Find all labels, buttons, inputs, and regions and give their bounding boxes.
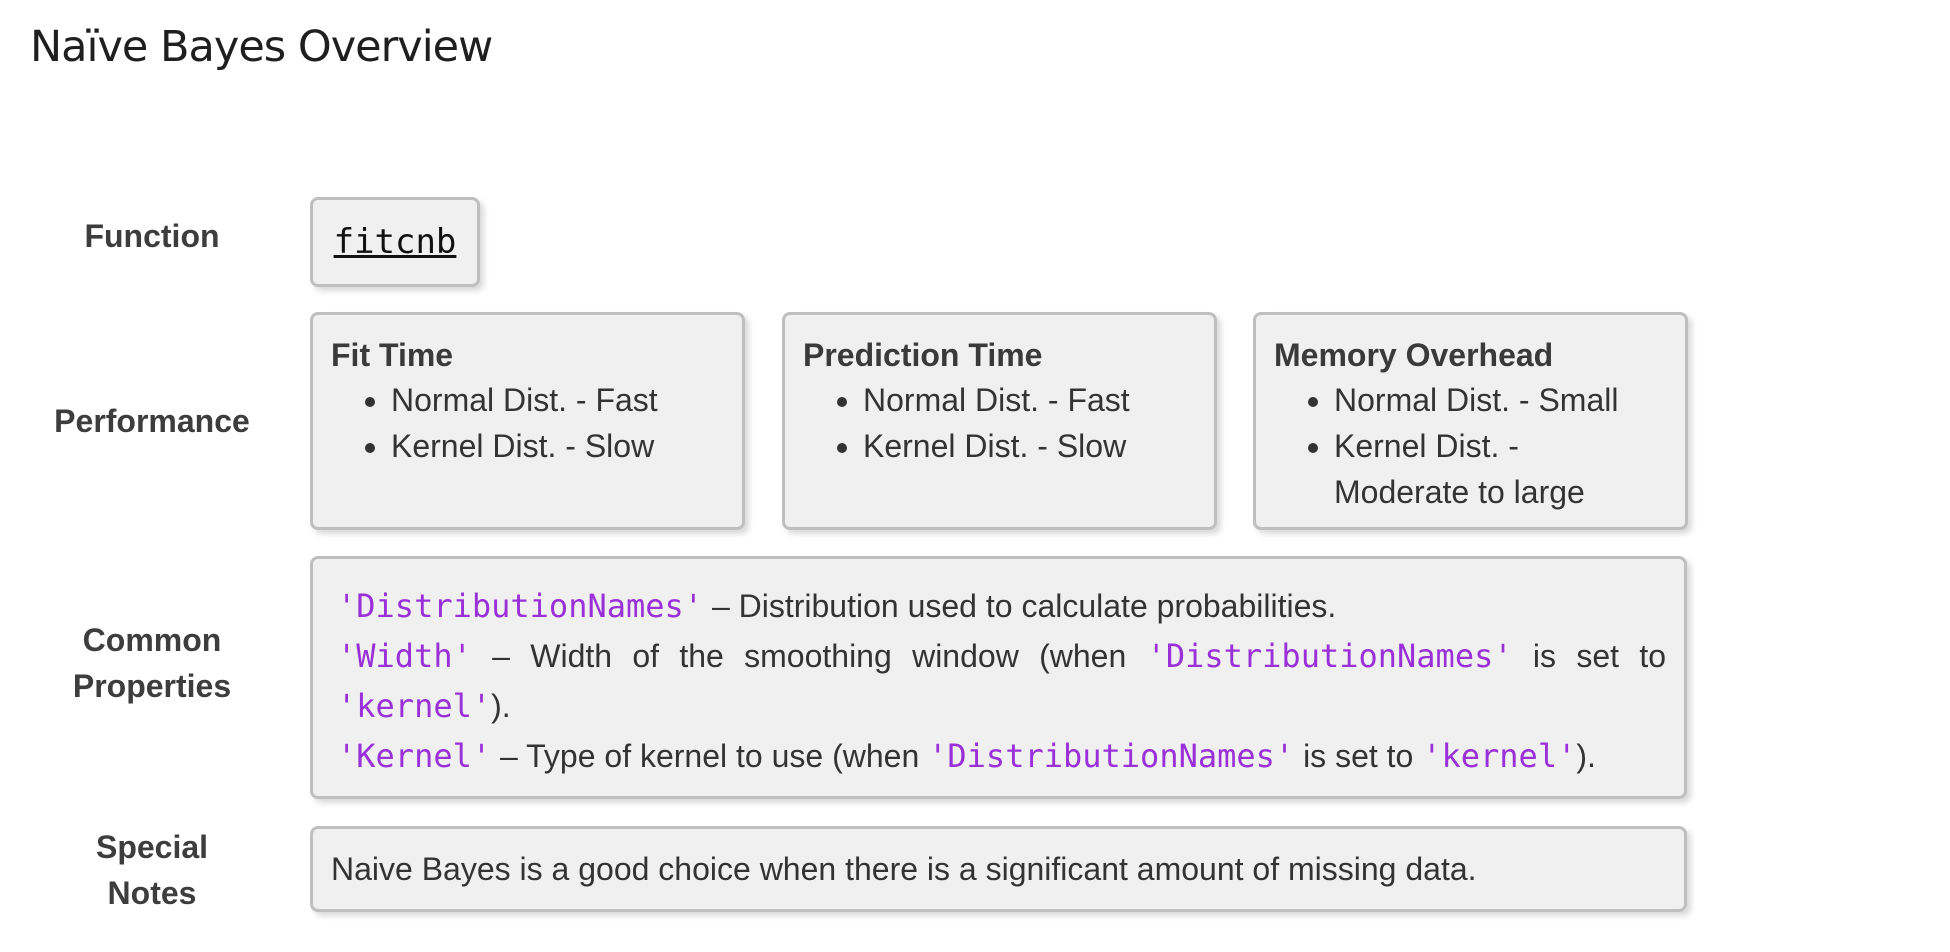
fit-time-list: Normal Dist. - Fast Kernel Dist. - Slow [331, 377, 742, 469]
list-item: Normal Dist. - Small [1334, 377, 1645, 423]
property-width-continued: 'kernel'). [337, 681, 1666, 731]
property-description: – Width of the smoothing window (when [471, 638, 1147, 674]
function-label-text: Function [84, 218, 220, 254]
property-code: 'DistributionNames' [1146, 637, 1513, 675]
function-label: Function [40, 213, 264, 259]
common-properties-label: Common Properties [40, 617, 264, 709]
function-box: fitcnb [310, 197, 480, 287]
special-notes-label-line2: Notes [107, 875, 197, 911]
property-code: 'Width' [337, 637, 472, 675]
property-code: 'kernel' [337, 687, 492, 725]
prediction-time-list: Normal Dist. - Fast Kernel Dist. - Slow [803, 377, 1214, 469]
property-description: is set to [1294, 738, 1423, 774]
performance-label-text: Performance [54, 403, 250, 439]
fit-time-box: Fit Time Normal Dist. - Fast Kernel Dist… [310, 312, 745, 530]
list-item: Kernel Dist. - Moderate to large [1334, 423, 1645, 515]
common-properties-label-line2: Properties [72, 668, 232, 704]
special-notes-label: Special Notes [40, 824, 264, 916]
special-notes-label-line1: Special [95, 829, 209, 865]
property-distributionnames: 'DistributionNames' – Distribution used … [337, 581, 1666, 631]
property-code: 'kernel' [1422, 737, 1577, 775]
fit-time-title: Fit Time [331, 337, 454, 373]
list-item: Kernel Dist. - Slow [391, 423, 742, 469]
memory-overhead-list: Normal Dist. - Small Kernel Dist. - Mode… [1274, 377, 1685, 515]
common-properties-label-line1: Common [82, 622, 222, 658]
prediction-time-box: Prediction Time Normal Dist. - Fast Kern… [782, 312, 1217, 530]
property-description: – Distribution used to calculate probabi… [703, 588, 1337, 624]
page-title: Naïve Bayes Overview [30, 22, 493, 72]
special-notes-text: Naive Bayes is a good choice when there … [331, 850, 1477, 887]
property-kernel: 'Kernel' – Type of kernel to use (when '… [337, 731, 1666, 781]
list-item: Normal Dist. - Fast [391, 377, 742, 423]
prediction-time-title: Prediction Time [803, 337, 1043, 373]
property-code: 'DistributionNames' [928, 737, 1295, 775]
property-width: 'Width' – Width of the smoothing window … [337, 631, 1666, 681]
property-description: ). [1576, 738, 1596, 774]
property-description: is set to [1512, 638, 1667, 674]
property-description: ). [491, 688, 511, 724]
common-properties-box: 'DistributionNames' – Distribution used … [310, 556, 1687, 799]
special-notes-box: Naive Bayes is a good choice when there … [310, 826, 1687, 912]
memory-overhead-box: Memory Overhead Normal Dist. - Small Ker… [1253, 312, 1688, 530]
property-code: 'DistributionNames' [337, 587, 704, 625]
list-item: Kernel Dist. - Slow [863, 423, 1214, 469]
list-item: Normal Dist. - Fast [863, 377, 1214, 423]
function-link[interactable]: fitcnb [334, 222, 457, 262]
performance-label: Performance [40, 398, 264, 444]
property-description: – Type of kernel to use (when [491, 738, 929, 774]
memory-overhead-title: Memory Overhead [1274, 337, 1554, 373]
property-code: 'Kernel' [337, 737, 492, 775]
